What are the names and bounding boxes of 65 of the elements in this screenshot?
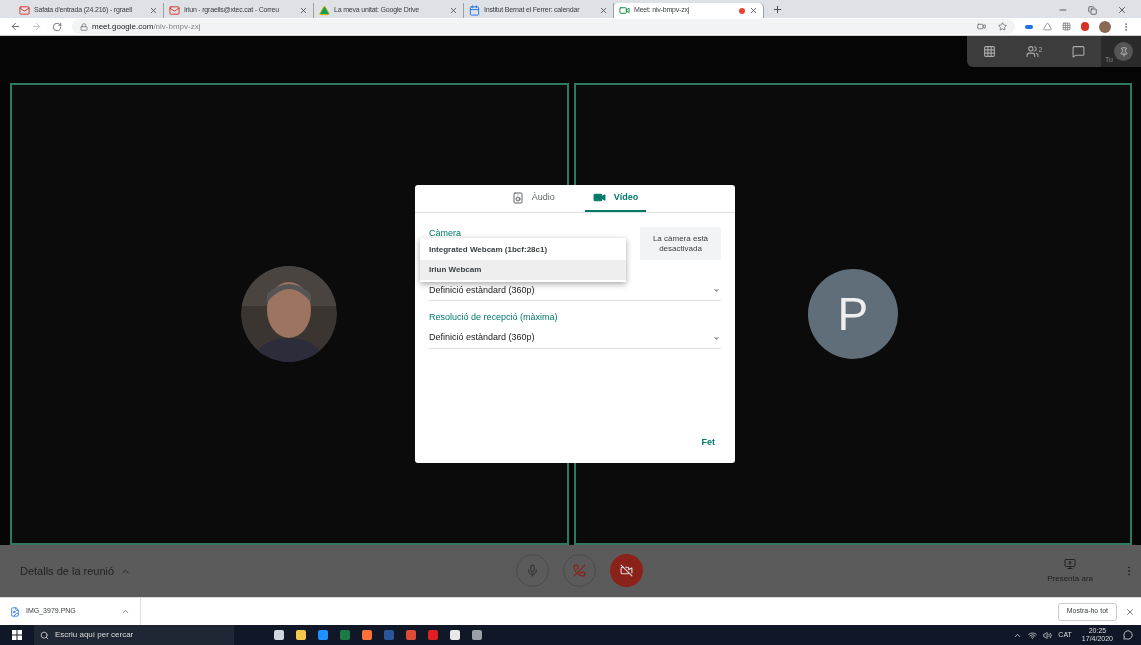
mail-icon <box>169 5 180 16</box>
windows-logo-icon[interactable] <box>12 630 22 640</box>
mail-icon <box>19 5 30 16</box>
camera-off-icon <box>620 564 633 577</box>
present-icon <box>1064 557 1077 570</box>
chevron-up-icon[interactable] <box>121 607 130 616</box>
camera-option[interactable]: Integrated Webcam (1bcf:28c1) <box>420 240 626 260</box>
taskbar-app-icon[interactable] <box>296 630 306 640</box>
phone-icon <box>573 564 586 577</box>
pin-button[interactable] <box>1114 42 1133 61</box>
close-icon[interactable] <box>449 6 458 15</box>
taskbar-app-icon[interactable] <box>428 630 438 640</box>
taskbar-app-icon[interactable] <box>340 630 350 640</box>
done-button[interactable]: Fet <box>695 435 721 449</box>
close-icon[interactable] <box>299 6 308 15</box>
dropdown-icon <box>712 286 721 295</box>
close-icon[interactable] <box>1125 606 1135 617</box>
reload-icon[interactable] <box>52 21 62 32</box>
camera-label: Càmera <box>429 227 461 240</box>
taskbar-search-field[interactable]: Escriu aquí per cercar <box>34 625 234 645</box>
video-icon <box>619 5 630 16</box>
lock-icon <box>80 22 88 31</box>
grid-icon[interactable] <box>982 45 996 58</box>
taskbar-app-icon[interactable] <box>472 630 482 640</box>
file-icon <box>10 606 20 617</box>
camera-button[interactable] <box>610 554 643 587</box>
address-field[interactable]: meet.google.com/niv-bmpv-zxj <box>72 19 1015 34</box>
taskbar-app-icon[interactable] <box>362 630 372 640</box>
extension-icon[interactable] <box>1043 22 1052 31</box>
settings-tab[interactable]: Vídeo <box>584 185 647 212</box>
chat-icon[interactable] <box>1072 45 1086 58</box>
resolution-select[interactable]: Definició estàndard (360p) <box>429 328 721 349</box>
search-icon <box>40 630 49 640</box>
notifications-icon[interactable] <box>1123 630 1133 640</box>
extension-icon[interactable] <box>1081 22 1089 31</box>
taskbar-app-icon[interactable] <box>406 630 416 640</box>
camera-option[interactable]: Iriun Webcam <box>420 260 626 280</box>
people-icon[interactable] <box>1025 45 1039 58</box>
speaker-icon <box>511 191 524 204</box>
extension-icon[interactable] <box>1025 24 1033 29</box>
camera-icon[interactable] <box>977 22 986 31</box>
participant-avatar: P <box>807 269 898 359</box>
close-icon[interactable] <box>599 6 608 15</box>
camera-preview: La càmera està desactivada <box>640 227 721 260</box>
field-label: Resolució de recepció (màxima) <box>429 311 559 324</box>
wifi-icon[interactable] <box>1028 630 1038 640</box>
microphone-icon <box>526 564 539 577</box>
triangle-icon <box>319 5 330 16</box>
restore-icon[interactable] <box>1088 5 1097 15</box>
taskbar-app-icon[interactable] <box>274 630 284 640</box>
profile-avatar[interactable] <box>1099 20 1111 33</box>
close-icon[interactable] <box>149 6 158 15</box>
taskbar-app-icon[interactable] <box>450 630 460 640</box>
star-icon[interactable] <box>998 22 1007 31</box>
extension-icon[interactable] <box>1062 22 1071 31</box>
close-icon[interactable] <box>749 6 758 15</box>
back-icon[interactable] <box>10 21 21 32</box>
pin-icon <box>1118 46 1129 57</box>
video-icon <box>592 191 606 204</box>
taskbar-app-icon[interactable] <box>318 630 328 640</box>
settings-tab[interactable]: Àudio <box>503 185 563 212</box>
close-icon[interactable] <box>1117 5 1127 15</box>
volume-icon[interactable] <box>1043 630 1053 640</box>
calendar-icon <box>469 5 480 16</box>
new-tab-icon[interactable] <box>772 4 783 15</box>
